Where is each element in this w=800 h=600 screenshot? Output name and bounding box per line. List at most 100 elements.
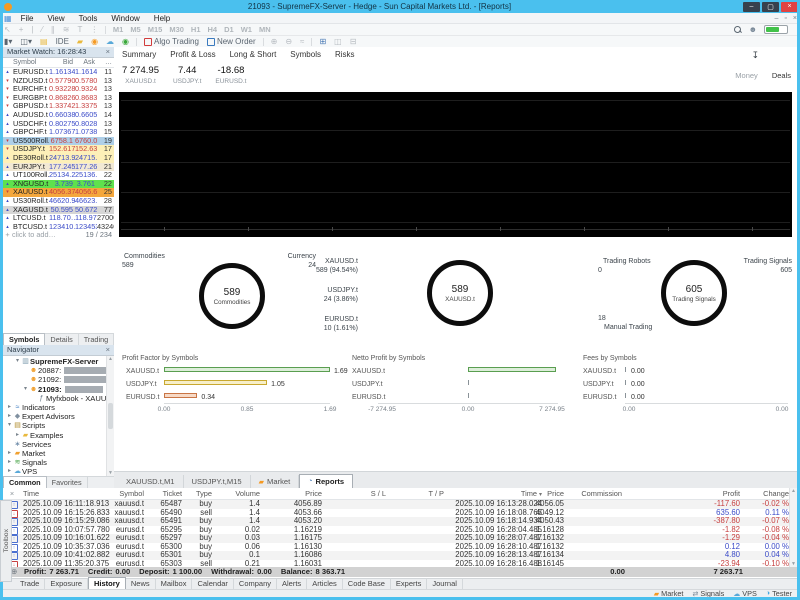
- expander-icon[interactable]: ▸: [14, 431, 21, 440]
- navigator-tab-common[interactable]: Common: [3, 476, 47, 488]
- market-watch-row[interactable]: ▴XNGUSD.t3.7393.76122: [3, 180, 114, 189]
- navigator-item-market[interactable]: ▸▰Market: [3, 449, 114, 458]
- minimize-button[interactable]: –: [743, 2, 760, 12]
- timeframe-m1[interactable]: M1: [109, 25, 126, 34]
- zoom-in-icon[interactable]: ⊕: [267, 37, 282, 46]
- child-restore-button[interactable]: ▫: [781, 15, 789, 22]
- col-symbol[interactable]: Symbol: [12, 59, 49, 66]
- text-tool[interactable]: T: [74, 25, 87, 34]
- navigator-item-myfxbook-xauusd-t-m[interactable]: ƒMyfxbook - XAUUSD.t,M: [3, 394, 114, 403]
- scroll-down-icon[interactable]: ▼: [791, 561, 796, 567]
- menu-item-window[interactable]: Window: [104, 14, 146, 23]
- zoom-out-icon[interactable]: ⊖: [281, 37, 296, 46]
- timeframe-h4[interactable]: H4: [204, 25, 221, 34]
- timeframe-w1[interactable]: W1: [237, 25, 255, 34]
- scroll-up-icon[interactable]: ▲: [791, 488, 796, 494]
- market-watch-row[interactable]: ▴USDCHF.t0.802750.8028813: [3, 120, 114, 129]
- market-watch-row[interactable]: ▴EURUSD.t1.161341.1614511: [3, 68, 114, 77]
- search-icon[interactable]: [734, 26, 741, 33]
- reports-tab-risks[interactable]: Risks: [328, 50, 362, 59]
- child-minimize-button[interactable]: –: [772, 15, 782, 22]
- market-watch-row[interactable]: ▴UT100Roll.t25134.225136.422: [3, 171, 114, 180]
- chart-tab-reports[interactable]: ◔Reports: [299, 474, 353, 488]
- market-watch-row[interactable]: ▴US30Roll.t46620.946623.728: [3, 197, 114, 206]
- history-col-commission[interactable]: Commission: [567, 488, 625, 501]
- menu-item-help[interactable]: Help: [147, 14, 177, 23]
- cloud-icon[interactable]: ☁: [102, 37, 118, 46]
- reports-tab-long-short[interactable]: Long & Short: [223, 50, 284, 59]
- crosshair-tool[interactable]: +: [15, 25, 28, 34]
- navigator-scrollbar[interactable]: ▲ ▼: [106, 356, 114, 476]
- market-watch-row[interactable]: ▴GBPCHF.t1.073671.0738215: [3, 128, 114, 137]
- new-order-button[interactable]: New Order: [203, 37, 260, 46]
- market-status[interactable]: ▰Market: [654, 589, 684, 598]
- expander-icon[interactable]: ▸: [6, 458, 13, 467]
- history-scrollbar[interactable]: ▲ ▼: [789, 488, 797, 567]
- toolbox-vertical-tab[interactable]: Toolbox: [0, 500, 12, 582]
- market-watch-tab-symbols[interactable]: Symbols: [3, 333, 45, 345]
- chart-tab-market[interactable]: ▰Market: [251, 475, 300, 488]
- fibonacci-tool[interactable]: ≋: [59, 25, 74, 34]
- close-icon[interactable]: ×: [106, 345, 110, 355]
- navigator-item-21093[interactable]: ▾☻21093:: [3, 385, 114, 394]
- navigator-tab-favorites[interactable]: Favorites: [47, 477, 88, 488]
- expander-icon[interactable]: ▾: [22, 385, 29, 394]
- expander-icon[interactable]: ▸: [6, 412, 13, 421]
- channel-tool[interactable]: ∥: [47, 25, 59, 34]
- history-col-s-l[interactable]: S / L: [325, 488, 389, 501]
- docs-icon[interactable]: ▤: [36, 37, 52, 46]
- balance-chart[interactable]: [119, 92, 792, 237]
- cascade-windows-icon[interactable]: ◫: [330, 37, 346, 46]
- arrange-windows-icon[interactable]: ⊟: [346, 37, 361, 46]
- market-watch-row[interactable]: ▾USDJPY.t152.617152.63417: [3, 145, 114, 154]
- navigator-item-indicators[interactable]: ▸≈Indicators: [3, 403, 114, 412]
- navigator-item-signals[interactable]: ▸≋Signals: [3, 458, 114, 467]
- market-watch-tab-details[interactable]: Details: [45, 334, 78, 345]
- toolbox-tab-trade[interactable]: Trade: [15, 578, 45, 589]
- cursor-tool[interactable]: ↖: [0, 25, 15, 34]
- navigator-item-expert-advisors[interactable]: ▸◆Expert Advisors: [3, 412, 114, 421]
- chart-type-dropdown[interactable]: ◫▾: [16, 37, 36, 46]
- objects-dropdown[interactable]: ⋮: [86, 25, 102, 34]
- toolbox-tab-alerts[interactable]: Alerts: [277, 578, 307, 589]
- close-button[interactable]: ×: [781, 2, 798, 12]
- view-link-money[interactable]: Money: [735, 71, 758, 80]
- timeframe-d1[interactable]: D1: [221, 25, 238, 34]
- navigator-item-scripts[interactable]: ▾▤Scripts: [3, 421, 114, 430]
- market-watch-row[interactable]: ▴AUDUSD.t0.660380.6605214: [3, 111, 114, 120]
- maximize-button[interactable]: ▢: [762, 2, 779, 12]
- folder-icon[interactable]: ▰: [73, 37, 87, 46]
- metaquotes-icon[interactable]: ◉: [87, 37, 102, 46]
- col-bid[interactable]: Bid: [49, 59, 75, 66]
- menu-item-file[interactable]: File: [14, 14, 41, 23]
- toolbox-tab-history[interactable]: History: [88, 577, 126, 589]
- toolbox-tab-news[interactable]: News: [126, 578, 156, 589]
- market-watch-tab-trading[interactable]: Trading: [79, 334, 114, 345]
- timeframe-mn[interactable]: MN: [255, 25, 274, 34]
- community-icon[interactable]: ◉: [118, 37, 133, 46]
- reports-tab-profit-loss[interactable]: Profit & Loss: [163, 50, 222, 59]
- chart-tab-xauusd-t-m1[interactable]: XAUUSD.t,M1: [118, 475, 184, 488]
- market-watch-row[interactable]: ▾US500Roll.t6758.16760.019: [3, 137, 114, 146]
- signals-status[interactable]: ⇄Signals: [692, 589, 724, 598]
- algo-trading-button[interactable]: Algo Trading: [140, 37, 203, 46]
- menu-item-tools[interactable]: Tools: [72, 14, 105, 23]
- close-icon[interactable]: ×: [106, 47, 110, 57]
- chart-tab-usdjpy-t-m15[interactable]: USDJPY.t,M15: [184, 475, 251, 488]
- navigator-item-21092[interactable]: ☻21092:: [3, 375, 114, 384]
- market-watch-row[interactable]: ▾GBPUSD.t1.337421.3375513: [3, 102, 114, 111]
- reports-tab-symbols[interactable]: Symbols: [283, 50, 328, 59]
- trendline-tool[interactable]: ⁄: [37, 25, 46, 34]
- profile-icon[interactable]: ☻: [746, 25, 760, 34]
- market-watch-row[interactable]: ▾EURCHF.t0.932280.9324113: [3, 85, 114, 94]
- toolbox-tab-mailbox[interactable]: Mailbox: [156, 578, 193, 589]
- vertical-line-tool[interactable]: |: [27, 25, 37, 34]
- market-watch-row[interactable]: ▴DE30Roll.t24713.924715.617: [3, 154, 114, 163]
- market-watch-row[interactable]: ▾XAUUSD.t4056.374056.6225: [3, 188, 114, 197]
- market-watch-row[interactable]: ▴XAGUSD.t50.59550.67277: [3, 206, 114, 215]
- toolbox-tab-articles[interactable]: Articles: [307, 578, 343, 589]
- navigator-item-examples[interactable]: ▸▰Examples: [3, 431, 114, 440]
- market-watch-row[interactable]: ▴LTCUSD.t118.70…118.97…27000: [3, 214, 114, 223]
- toolbox-tab-journal[interactable]: Journal: [427, 578, 463, 589]
- timeframe-m30[interactable]: M30: [166, 25, 188, 34]
